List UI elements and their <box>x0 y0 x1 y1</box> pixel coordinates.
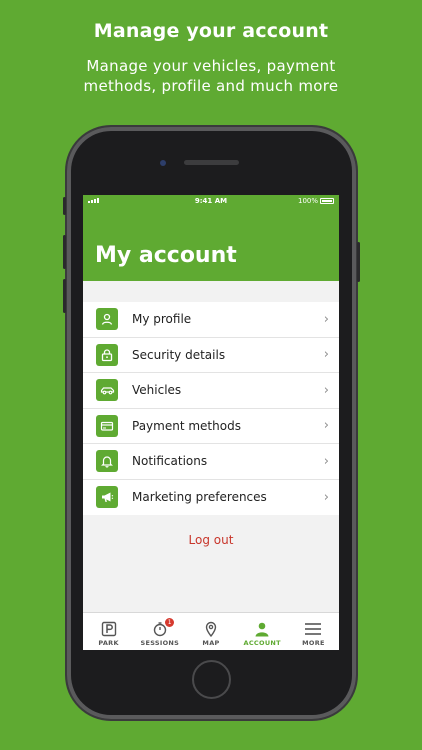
volume-down-button <box>63 279 66 313</box>
bell-icon <box>96 450 118 473</box>
hamburger-icon <box>305 623 322 635</box>
menu-item-vehicles[interactable]: Vehicles › <box>83 373 339 409</box>
chevron-right-icon: › <box>323 418 329 434</box>
front-camera <box>160 160 166 166</box>
credit-card-icon <box>96 414 118 437</box>
earpiece-speaker <box>184 160 239 165</box>
battery-indicator: 100% <box>298 197 334 205</box>
app-header: My account <box>83 208 339 281</box>
chevron-right-icon: › <box>323 347 329 363</box>
chevron-right-icon: › <box>323 489 329 505</box>
tab-park[interactable]: PARK <box>83 613 134 650</box>
tab-label: ACCOUNT <box>243 639 281 647</box>
tab-bar: PARK 1 SESSIONS MAP ACCOUNT MORE <box>83 612 339 650</box>
menu-item-security-details[interactable]: Security details › <box>83 338 339 373</box>
lock-icon <box>96 343 118 366</box>
promo-subline-line-2: methods, profile and much more <box>83 77 339 95</box>
parking-icon <box>101 621 116 637</box>
chevron-right-icon: › <box>323 311 329 327</box>
volume-up-button <box>63 235 66 269</box>
menu-item-payment-methods[interactable]: Payment methods › <box>83 409 339 444</box>
chevron-right-icon: › <box>323 453 329 469</box>
chevron-right-icon: › <box>323 382 329 398</box>
power-button <box>357 242 360 282</box>
tab-more[interactable]: MORE <box>288 613 339 650</box>
menu-item-label: Marketing preferences <box>132 490 267 505</box>
tab-account[interactable]: ACCOUNT <box>237 613 288 650</box>
battery-icon <box>320 198 334 204</box>
logout-button[interactable]: Log out <box>83 533 339 547</box>
account-icon <box>255 622 269 637</box>
menu-item-label: Notifications <box>132 454 208 469</box>
account-menu: My profile › Security details › Vehicles… <box>83 302 339 515</box>
promo-headline: Manage your account <box>93 20 329 42</box>
phone-frame: 9:41 AM 100% My account My profile › Sec… <box>63 127 360 719</box>
menu-item-my-profile[interactable]: My profile › <box>83 302 339 338</box>
phone-screen: 9:41 AM 100% My account My profile › Sec… <box>83 195 339 650</box>
tab-map[interactable]: MAP <box>185 613 236 650</box>
menu-item-label: Vehicles <box>132 383 182 398</box>
battery-percent: 100% <box>297 197 318 205</box>
menu-item-marketing-preferences[interactable]: Marketing preferences › <box>83 480 339 516</box>
menu-item-label: Security details <box>132 347 226 362</box>
person-icon <box>96 308 118 331</box>
tab-sessions[interactable]: 1 SESSIONS <box>134 613 185 650</box>
car-icon <box>96 379 118 402</box>
tab-label: MAP <box>202 639 220 647</box>
tab-label: PARK <box>98 639 119 647</box>
home-button[interactable] <box>192 660 231 699</box>
menu-item-notifications[interactable]: Notifications › <box>83 444 339 480</box>
status-bar: 9:41 AM 100% <box>83 195 339 208</box>
sessions-badge: 1 <box>165 618 175 627</box>
menu-item-label: Payment methods <box>132 418 241 433</box>
menu-item-label: My profile <box>132 312 192 327</box>
map-pin-icon <box>205 621 217 637</box>
promo-subline: Manage your vehicles, payment methods, p… <box>0 56 422 96</box>
tab-label: MORE <box>302 639 325 647</box>
promo-subline-line-1: Manage your vehicles, payment <box>86 57 336 75</box>
megaphone-icon <box>96 486 118 509</box>
mute-switch <box>63 197 66 215</box>
page-title: My account <box>95 243 237 268</box>
tab-label: SESSIONS <box>140 639 180 647</box>
